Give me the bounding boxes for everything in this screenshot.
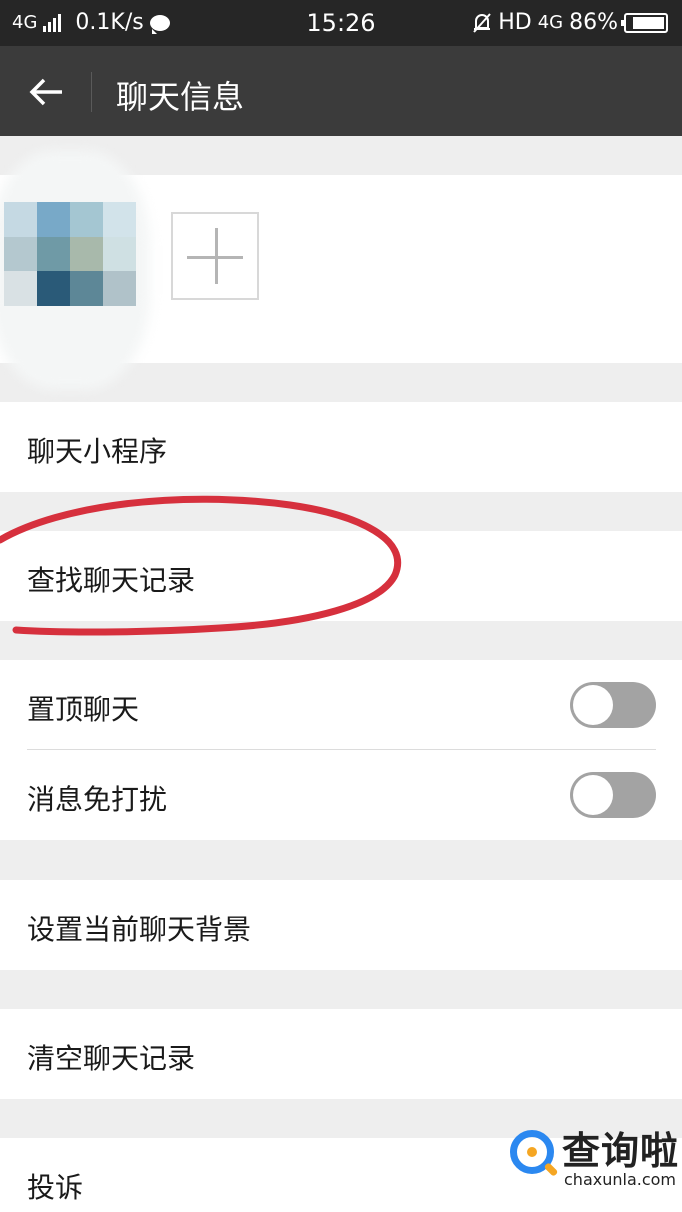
pixelated-avatar bbox=[4, 202, 136, 306]
status-bar: 4G 0.1K/s 15:26 HD 4G 86% bbox=[0, 0, 682, 46]
mute-label: 消息免打扰 bbox=[27, 783, 168, 816]
network-type-right: 4G bbox=[537, 12, 564, 33]
search-history-row[interactable]: 查找聊天记录 bbox=[0, 531, 682, 621]
watermark-logo: 查询啦 chaxunla.com bbox=[498, 1118, 682, 1208]
hd-badge: HD bbox=[498, 10, 532, 35]
add-member-button[interactable] bbox=[171, 212, 259, 300]
chat-settings-group: 置顶聊天 消息免打扰 bbox=[0, 660, 682, 840]
battery-icon bbox=[621, 12, 668, 33]
member-avatar[interactable] bbox=[0, 150, 160, 390]
row-divider bbox=[27, 749, 656, 750]
mini-programs-label: 聊天小程序 bbox=[27, 435, 168, 468]
pin-chat-toggle[interactable] bbox=[570, 682, 656, 728]
mini-programs-row[interactable]: 聊天小程序 bbox=[0, 402, 682, 492]
mute-toggle[interactable] bbox=[570, 772, 656, 818]
status-right: HD 4G 86% bbox=[472, 10, 668, 35]
magnifier-logo-icon bbox=[510, 1130, 554, 1174]
watermark-url: chaxunla.com bbox=[564, 1170, 676, 1189]
report-label: 投诉 bbox=[27, 1171, 84, 1204]
header-divider bbox=[91, 72, 92, 112]
mute-bell-icon bbox=[473, 12, 491, 33]
page-title: 聊天信息 bbox=[116, 78, 245, 116]
pin-chat-label: 置顶聊天 bbox=[27, 693, 140, 726]
back-arrow-icon[interactable] bbox=[20, 66, 72, 118]
app-bar: 聊天信息 bbox=[0, 46, 682, 136]
watermark-name: 查询啦 bbox=[562, 1128, 680, 1173]
clear-history-label: 清空聊天记录 bbox=[27, 1042, 196, 1075]
clear-history-row[interactable]: 清空聊天记录 bbox=[0, 1009, 682, 1099]
search-history-label: 查找聊天记录 bbox=[27, 564, 196, 597]
battery-percent: 86% bbox=[569, 10, 618, 35]
chat-background-row[interactable]: 设置当前聊天背景 bbox=[0, 880, 682, 970]
chat-background-label: 设置当前聊天背景 bbox=[27, 913, 252, 946]
